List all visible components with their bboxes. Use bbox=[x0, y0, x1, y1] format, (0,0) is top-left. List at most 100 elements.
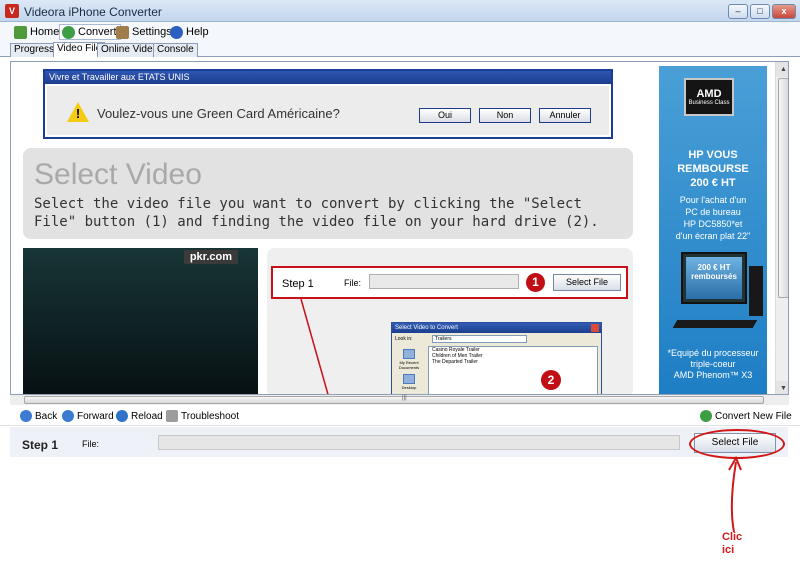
ad-body: ! Voulez-vous une Green Card Américaine?… bbox=[47, 86, 609, 135]
menu-settings[interactable]: Settings bbox=[114, 24, 175, 40]
video-site-label: pkr.com bbox=[183, 250, 238, 264]
banner-sub-line: PC de bureau bbox=[685, 207, 741, 217]
monitor-illustration: 200 € HT remboursés bbox=[681, 252, 747, 304]
video-preview[interactable]: pkr.com bbox=[23, 248, 258, 394]
select-video-title: Select Video bbox=[34, 158, 202, 191]
amd-logo-subtext: Business Class bbox=[688, 100, 730, 106]
banner-sub-line: HP DC5850*et bbox=[683, 219, 743, 229]
vertical-scroll-thumb[interactable] bbox=[778, 78, 788, 298]
ad-dialog[interactable]: Vivre et Travailler aux ETATS UNIS ! Vou… bbox=[43, 69, 613, 139]
annotation-arrow-shaft bbox=[730, 461, 737, 533]
mini-sidebar-item: Desktop bbox=[396, 374, 422, 390]
vertical-scrollbar[interactable]: ▲ ▼ bbox=[775, 62, 788, 394]
amd-logo: AMD Business Class bbox=[684, 78, 734, 116]
tab-bar: Progress Video File Online Video Console bbox=[0, 42, 800, 57]
steps-panel: Step 1 File: 1 Select File Select Video … bbox=[267, 248, 633, 394]
select-video-description: Select the video file you want to conver… bbox=[34, 196, 599, 230]
banner-sub-line: Pour l'achat d'un bbox=[679, 195, 747, 205]
banner-headline-line: HP VOUS bbox=[688, 149, 738, 161]
tab-progress[interactable]: Progress bbox=[10, 43, 59, 57]
warning-mark: ! bbox=[75, 106, 81, 121]
scroll-grip-icon: ||| bbox=[402, 395, 407, 401]
forward-button[interactable]: Forward bbox=[62, 410, 114, 422]
menu-bar: Home Convert Settings Help bbox=[0, 22, 800, 42]
select-video-panel: Select Video Select the video file you w… bbox=[23, 148, 633, 239]
folder-icon bbox=[403, 349, 415, 359]
home-icon bbox=[14, 25, 27, 39]
back-label: Back bbox=[35, 410, 58, 422]
monitor-text: 200 € HT bbox=[697, 263, 731, 272]
banner-subtext: Pour l'achat d'un PC de bureau HP DC5850… bbox=[659, 194, 767, 242]
horizontal-scrollbar[interactable]: ||| bbox=[10, 395, 789, 405]
ad-no-button[interactable]: Non bbox=[479, 108, 531, 123]
menu-help-label: Help bbox=[186, 26, 209, 38]
banner-headline-line: 200 € HT bbox=[690, 177, 736, 189]
back-button[interactable]: Back bbox=[20, 410, 57, 422]
mini-sidebar: My Recent Documents Desktop bbox=[396, 349, 422, 394]
convert-icon bbox=[62, 25, 75, 39]
step2-badge: 2 bbox=[541, 370, 561, 390]
banner-headline-line: REMBOURSE bbox=[677, 163, 749, 175]
title-bar: V Videora iPhone Converter – □ x bbox=[0, 0, 800, 22]
menu-home[interactable]: Home bbox=[12, 24, 62, 40]
reload-button[interactable]: Reload bbox=[116, 410, 163, 422]
forward-arrow-icon bbox=[62, 410, 74, 422]
bottom-file-label: File: bbox=[82, 439, 100, 449]
bottom-step-row: Step 1 File: Select File bbox=[10, 427, 788, 457]
convert-new-label: Convert New File bbox=[715, 410, 792, 422]
mini-sidebar-label: My Recent Documents bbox=[398, 360, 420, 370]
minimize-button[interactable]: – bbox=[728, 4, 748, 19]
mini-sidebar-label: Desktop bbox=[401, 385, 417, 390]
troubleshoot-label: Troubleshoot bbox=[181, 410, 239, 422]
scroll-up-arrow[interactable]: ▲ bbox=[776, 62, 788, 77]
horizontal-scroll-thumb[interactable]: ||| bbox=[24, 395, 764, 404]
menu-convert[interactable]: Convert bbox=[59, 24, 121, 40]
scroll-down-arrow[interactable]: ▼ bbox=[776, 381, 788, 394]
wrench-icon bbox=[166, 410, 178, 422]
desktop-icon bbox=[403, 374, 415, 384]
banner-foot-line: *Equipé du processeur bbox=[667, 348, 759, 358]
annotation-line1: Clic bbox=[722, 531, 743, 543]
app-icon: V bbox=[5, 4, 19, 18]
menu-home-label: Home bbox=[30, 26, 60, 38]
forward-label: Forward bbox=[77, 410, 114, 422]
pc-tower-illustration bbox=[749, 266, 763, 316]
banner-foot-line: triple-coeur bbox=[690, 359, 736, 369]
menu-help[interactable]: Help bbox=[168, 24, 212, 40]
banner-headline: HP VOUS REMBOURSE 200 € HT bbox=[659, 148, 767, 190]
window-title: Videora iPhone Converter bbox=[24, 5, 162, 19]
help-icon bbox=[170, 25, 183, 39]
amd-ad-banner[interactable]: AMD Business Class HP VOUS REMBOURSE 200… bbox=[659, 66, 767, 394]
bottom-file-field[interactable] bbox=[158, 435, 680, 450]
ad-header: Vivre et Travailler aux ETATS UNIS bbox=[45, 71, 611, 84]
menu-convert-label: Convert bbox=[78, 26, 117, 38]
settings-icon bbox=[116, 25, 129, 39]
web-content: Vivre et Travailler aux ETATS UNIS ! Vou… bbox=[11, 62, 775, 394]
ad-question: Voulez-vous une Green Card Américaine? bbox=[97, 106, 340, 121]
mini-close-icon bbox=[591, 324, 599, 332]
annotation-circle bbox=[689, 429, 785, 459]
ad-yes-button[interactable]: Oui bbox=[419, 108, 471, 123]
mini-file-list: Casino Royale Trailer Children of Men Tr… bbox=[428, 346, 598, 394]
tab-console[interactable]: Console bbox=[153, 43, 198, 57]
troubleshoot-button[interactable]: Troubleshoot bbox=[166, 410, 239, 422]
reload-label: Reload bbox=[131, 410, 163, 422]
bottom-step-label: Step 1 bbox=[22, 438, 59, 452]
banner-sub-line: d'un écran plat 22" bbox=[675, 231, 751, 241]
mini-look-in-combo: Trailers bbox=[432, 335, 527, 343]
ad-cancel-button[interactable]: Annuler bbox=[539, 108, 591, 123]
close-button[interactable]: x bbox=[772, 4, 796, 19]
keyboard-illustration bbox=[672, 320, 758, 328]
menu-settings-label: Settings bbox=[132, 26, 172, 38]
web-view: Vivre et Travailler aux ETATS UNIS ! Vou… bbox=[10, 61, 789, 395]
file-dialog-illustration: Select Video to Convert Look in: Trailer… bbox=[391, 322, 602, 394]
annotation-line-stroke bbox=[300, 298, 329, 394]
mini-sidebar-item: My Recent Documents bbox=[396, 349, 422, 370]
banner-footnote: *Equipé du processeur triple-coeur AMD P… bbox=[659, 348, 767, 381]
convert-new-file-button[interactable]: Convert New File bbox=[700, 410, 792, 422]
navigation-bar: Back Forward Reload Troubleshoot Convert… bbox=[0, 406, 800, 426]
maximize-button[interactable]: □ bbox=[750, 4, 770, 19]
annotation-text: Clic ici bbox=[722, 531, 742, 557]
annotation-line2: ici bbox=[722, 544, 735, 556]
convert-new-icon bbox=[700, 410, 712, 422]
